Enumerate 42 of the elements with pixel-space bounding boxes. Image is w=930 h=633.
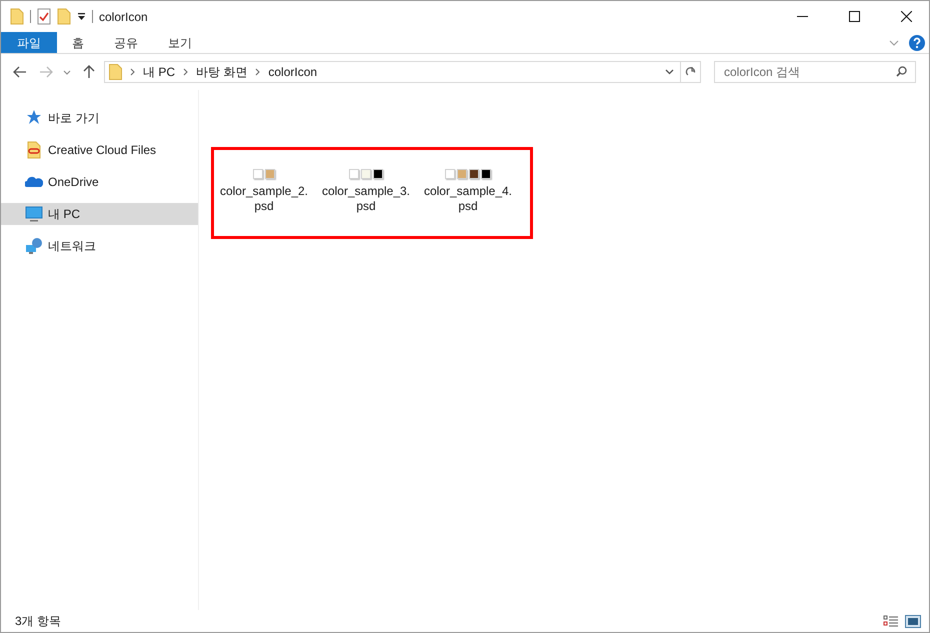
properties-icon[interactable]: [37, 8, 51, 25]
ribbon-tab[interactable]: 공유: [99, 32, 153, 53]
search-field[interactable]: colorIcon 검색: [714, 61, 916, 83]
file-name[interactable]: color_sample_4.psd: [418, 184, 518, 214]
breadcrumb[interactable]: 바탕 화면: [196, 63, 248, 81]
file-name[interactable]: color_sample_2.psd: [214, 184, 314, 214]
chevron-icon[interactable]: [255, 68, 260, 76]
details-view-icon[interactable]: [883, 614, 899, 628]
nav-item[interactable]: Creative Cloud Files: [1, 139, 198, 161]
search-icon: [896, 66, 907, 77]
address-bar[interactable]: 내 PC 바탕 화면 colorIcon: [104, 61, 701, 83]
folder-icon: [109, 64, 122, 80]
large-icons-view-icon[interactable]: [905, 614, 921, 628]
back-arrow-icon[interactable]: [13, 66, 27, 78]
nav-item[interactable]: 바로 가기: [1, 107, 198, 129]
customize-toolbar-icon[interactable]: [77, 12, 86, 21]
ribbon-tab[interactable]: 홈: [57, 32, 99, 53]
recent-locations-icon[interactable]: [63, 70, 71, 74]
item-count: 3개 항목: [15, 613, 62, 630]
network-icon: [25, 237, 43, 255]
breadcrumb[interactable]: 내 PC: [143, 63, 176, 81]
close-icon[interactable]: [900, 11, 912, 22]
expand-ribbon-icon[interactable]: [889, 40, 899, 46]
ribbon-tab[interactable]: 보기: [153, 32, 207, 53]
ribbon-tab[interactable]: 파일: [1, 32, 57, 53]
monitor-icon: [25, 205, 43, 223]
star-icon: [25, 109, 43, 127]
dropdown-icon[interactable]: [665, 69, 674, 75]
minimize-icon[interactable]: [796, 16, 808, 18]
nav-item[interactable]: 네트워크: [1, 235, 198, 257]
window-title: colorIcon: [99, 8, 148, 26]
nav-item[interactable]: 내 PC: [1, 203, 198, 225]
chevron-icon[interactable]: [130, 68, 135, 76]
refresh-icon[interactable]: [685, 66, 696, 78]
maximize-icon[interactable]: [848, 11, 860, 22]
up-arrow-icon[interactable]: [83, 65, 95, 79]
file-name[interactable]: color_sample_3.psd: [316, 184, 416, 214]
chevron-icon[interactable]: [183, 68, 188, 76]
breadcrumb[interactable]: colorIcon: [268, 63, 318, 81]
nav-item[interactable]: OneDrive: [1, 171, 198, 193]
folder-icon: [25, 141, 43, 159]
help-icon[interactable]: [909, 34, 925, 50]
